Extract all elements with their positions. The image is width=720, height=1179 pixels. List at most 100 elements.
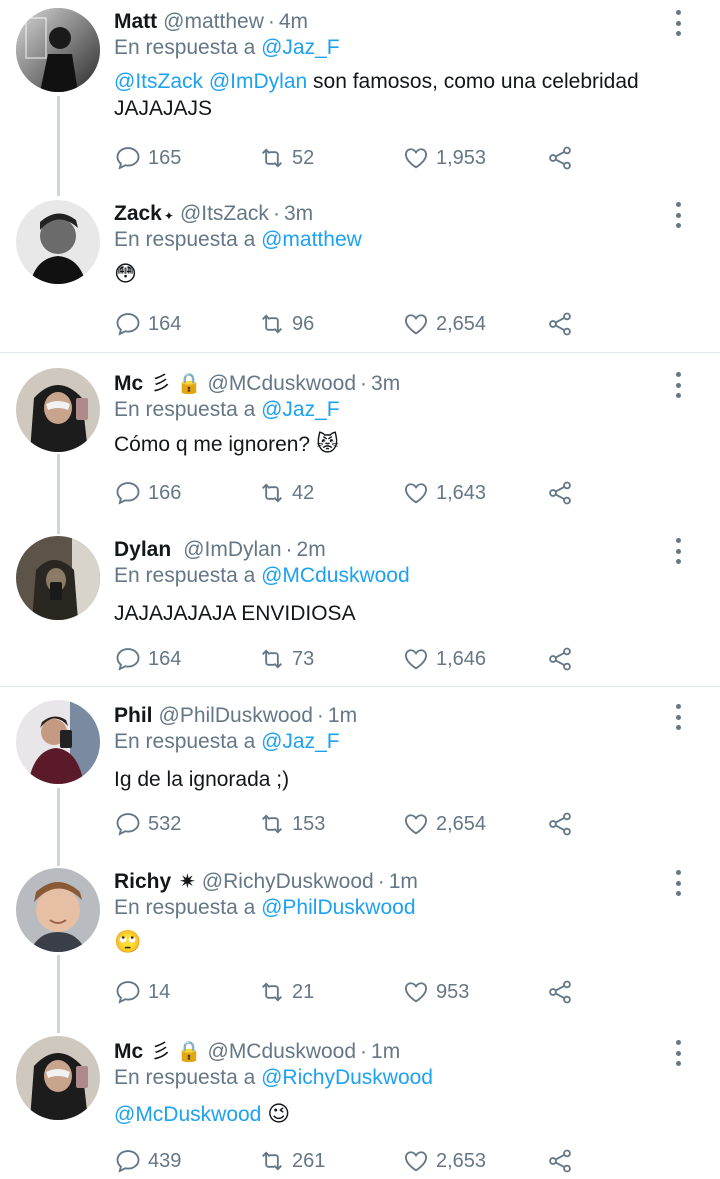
reply-to-mention[interactable]: @RichyDuskwood xyxy=(261,1066,433,1089)
retweet-button[interactable]: 153 xyxy=(258,810,325,838)
share-button[interactable] xyxy=(546,810,580,838)
tweet-text-content: JAJAJAJAJA ENVIDIOSA xyxy=(114,602,356,625)
reply-count: 14 xyxy=(148,980,171,1003)
share-button[interactable] xyxy=(546,310,580,338)
like-button[interactable]: 1,953 xyxy=(402,144,486,172)
more-icon[interactable] xyxy=(676,870,682,896)
name-badge: ✦ xyxy=(163,209,174,223)
reply-prefix: En respuesta a xyxy=(114,564,256,587)
avatar[interactable] xyxy=(16,8,100,92)
more-icon[interactable] xyxy=(676,704,682,730)
share-icon xyxy=(549,1149,571,1173)
retweet-count: 42 xyxy=(292,481,315,504)
display-name[interactable]: Phil xyxy=(114,704,153,727)
share-button[interactable] xyxy=(546,1147,580,1175)
like-count: 1,953 xyxy=(436,146,487,169)
mention-link[interactable]: @ItsZack xyxy=(114,70,203,93)
more-icon[interactable] xyxy=(676,10,682,36)
retweet-button[interactable]: 52 xyxy=(258,144,314,172)
tweet-text: @McDuskwood 😉 xyxy=(114,1100,694,1128)
tweet-actions: 165 52 1,953 xyxy=(114,144,594,174)
like-button[interactable]: 2,654 xyxy=(402,810,486,838)
reply-to-mention[interactable]: @MCduskwood xyxy=(261,564,410,587)
like-count: 2,654 xyxy=(436,312,487,335)
reply-to-mention[interactable]: @Jaz_F xyxy=(261,398,340,421)
retweet-button[interactable]: 21 xyxy=(258,978,314,1006)
reply-button[interactable]: 164 xyxy=(114,645,181,673)
like-button[interactable]: 953 xyxy=(402,978,469,1006)
retweet-button[interactable]: 261 xyxy=(258,1147,325,1175)
reply-button[interactable]: 165 xyxy=(114,144,181,172)
emoji: 😾 xyxy=(315,431,339,456)
avatar[interactable] xyxy=(16,700,100,784)
avatar[interactable] xyxy=(16,368,100,452)
reply-button[interactable]: 14 xyxy=(114,978,170,1006)
share-button[interactable] xyxy=(546,978,580,1006)
display-name[interactable]: Zack xyxy=(114,202,162,225)
more-icon[interactable] xyxy=(676,1040,682,1066)
reply-to-mention[interactable]: @Jaz_F xyxy=(261,36,340,59)
user-handle[interactable]: @matthew xyxy=(163,10,264,33)
tweet-text: JAJAJAJAJA ENVIDIOSA xyxy=(114,600,694,627)
reply-count: 165 xyxy=(148,146,182,169)
more-icon[interactable] xyxy=(676,372,682,398)
avatar[interactable] xyxy=(16,536,100,620)
reply-to-mention[interactable]: @matthew xyxy=(261,228,362,251)
heart-icon xyxy=(405,483,427,504)
user-handle[interactable]: @MCduskwood xyxy=(208,372,357,395)
reply-icon xyxy=(116,1150,140,1173)
display-name[interactable]: Mc xyxy=(114,372,143,395)
share-button[interactable] xyxy=(546,645,580,673)
like-count: 2,654 xyxy=(436,812,487,835)
like-button[interactable]: 1,646 xyxy=(402,645,486,673)
reply-button[interactable]: 532 xyxy=(114,810,181,838)
reply-to-mention[interactable]: @Jaz_F xyxy=(261,730,340,753)
user-handle[interactable]: @ItsZack xyxy=(180,202,269,225)
timestamp[interactable]: 1m xyxy=(389,870,418,893)
more-icon[interactable] xyxy=(676,202,682,228)
timestamp[interactable]: 3m xyxy=(371,372,400,395)
separator: · xyxy=(272,202,280,225)
share-icon xyxy=(549,980,571,1004)
timestamp[interactable]: 3m xyxy=(284,202,313,225)
reply-button[interactable]: 164 xyxy=(114,310,181,338)
mention-link[interactable]: @McDuskwood xyxy=(114,1103,261,1126)
user-handle[interactable]: @MCduskwood xyxy=(208,1040,357,1063)
timestamp[interactable]: 1m xyxy=(371,1040,400,1063)
timestamp[interactable]: 1m xyxy=(328,704,357,727)
retweet-button[interactable]: 96 xyxy=(258,310,314,338)
separator: · xyxy=(267,10,275,33)
display-name[interactable]: Dylan xyxy=(114,538,171,561)
avatar[interactable] xyxy=(16,1036,100,1120)
like-button[interactable]: 2,653 xyxy=(402,1147,486,1175)
timestamp[interactable]: 4m xyxy=(279,10,308,33)
reply-button[interactable]: 166 xyxy=(114,479,181,507)
display-name[interactable]: Mc xyxy=(114,1040,143,1063)
share-icon xyxy=(549,812,571,836)
avatar[interactable] xyxy=(16,868,100,952)
share-icon xyxy=(549,647,571,671)
display-name[interactable]: Richy xyxy=(114,870,171,893)
retweet-count: 153 xyxy=(292,812,326,835)
avatar[interactable] xyxy=(16,200,100,284)
display-name[interactable]: Matt xyxy=(114,10,157,33)
mention-link[interactable]: @ImDylan xyxy=(209,70,307,93)
reply-prefix: En respuesta a xyxy=(114,730,256,753)
heart-icon xyxy=(405,148,427,169)
retweet-button[interactable]: 73 xyxy=(258,645,314,673)
tweet-actions: 14 21 953 xyxy=(114,978,594,1008)
user-handle[interactable]: @PhilDuskwood xyxy=(159,704,313,727)
reply-button[interactable]: 439 xyxy=(114,1147,181,1175)
share-button[interactable] xyxy=(546,479,580,507)
like-button[interactable]: 2,654 xyxy=(402,310,486,338)
retweet-button[interactable]: 42 xyxy=(258,479,314,507)
reply-to-mention[interactable]: @PhilDuskwood xyxy=(261,896,415,919)
like-button[interactable]: 1,643 xyxy=(402,479,486,507)
user-handle[interactable]: @RichyDuskwood xyxy=(202,870,374,893)
divider xyxy=(0,686,720,687)
like-count: 953 xyxy=(436,980,470,1003)
more-icon[interactable] xyxy=(676,538,682,564)
share-button[interactable] xyxy=(546,144,580,172)
timestamp[interactable]: 2m xyxy=(297,538,326,561)
user-handle[interactable]: @ImDylan xyxy=(183,538,281,561)
